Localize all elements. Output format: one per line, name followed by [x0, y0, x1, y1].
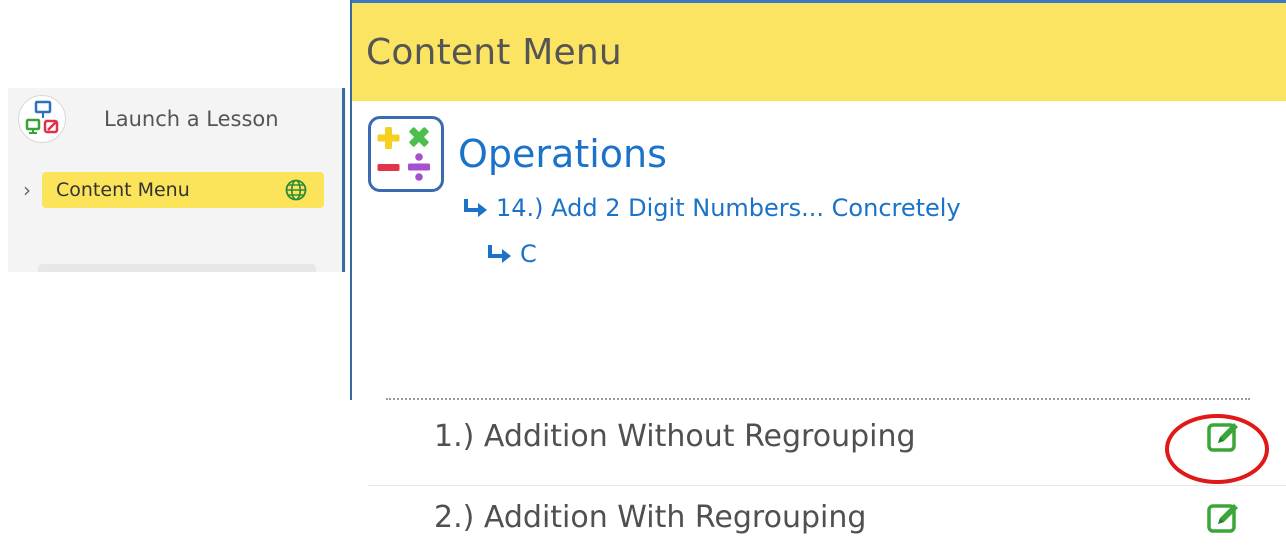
breadcrumb-sub-label: C — [520, 240, 537, 268]
content-menu-pill[interactable]: Content Menu — [42, 172, 324, 208]
return-arrow-icon — [464, 199, 487, 217]
globe-icon — [285, 179, 307, 201]
sidebar-divider — [342, 88, 345, 272]
breadcrumb-lesson-label: 14.) Add 2 Digit Numbers... Concretely — [496, 194, 961, 222]
edit-icon[interactable] — [1206, 499, 1242, 535]
breadcrumb-lesson[interactable]: 14.) Add 2 Digit Numbers... Concretely — [462, 190, 961, 226]
lesson-label: 2.) Addition With Regrouping — [434, 500, 867, 535]
lesson-label: 1.) Addition Without Regrouping — [434, 419, 916, 454]
breadcrumb-sub[interactable]: C — [486, 236, 537, 272]
dotted-divider — [386, 398, 1250, 400]
operations-icon[interactable] — [368, 116, 444, 192]
sidebar-item-launch-lesson[interactable]: Launch a Lesson — [18, 94, 279, 144]
page-title: Content Menu — [366, 31, 622, 73]
edit-icon[interactable] — [1206, 418, 1242, 454]
chevron-right-icon: › — [23, 178, 31, 202]
list-item[interactable]: 2.) Addition With Regrouping — [368, 485, 1286, 548]
panel-header: Content Menu — [352, 3, 1286, 101]
return-arrow-icon — [488, 245, 511, 263]
category-title[interactable]: Operations — [458, 132, 667, 176]
sidebar-item-content-menu[interactable]: › Content Menu — [16, 172, 324, 208]
content-panel: Content Menu — [350, 0, 1286, 554]
list-item[interactable]: 1.) Addition Without Regrouping — [368, 405, 1286, 467]
sidebar-item-label: Content Menu — [56, 179, 190, 201]
sidebar-item-label: Launch a Lesson — [104, 107, 279, 131]
sidebar-item-collapsed[interactable] — [38, 264, 316, 272]
sidebar: Launch a Lesson › Content Menu — [8, 88, 346, 272]
launch-lesson-icon — [18, 95, 66, 143]
